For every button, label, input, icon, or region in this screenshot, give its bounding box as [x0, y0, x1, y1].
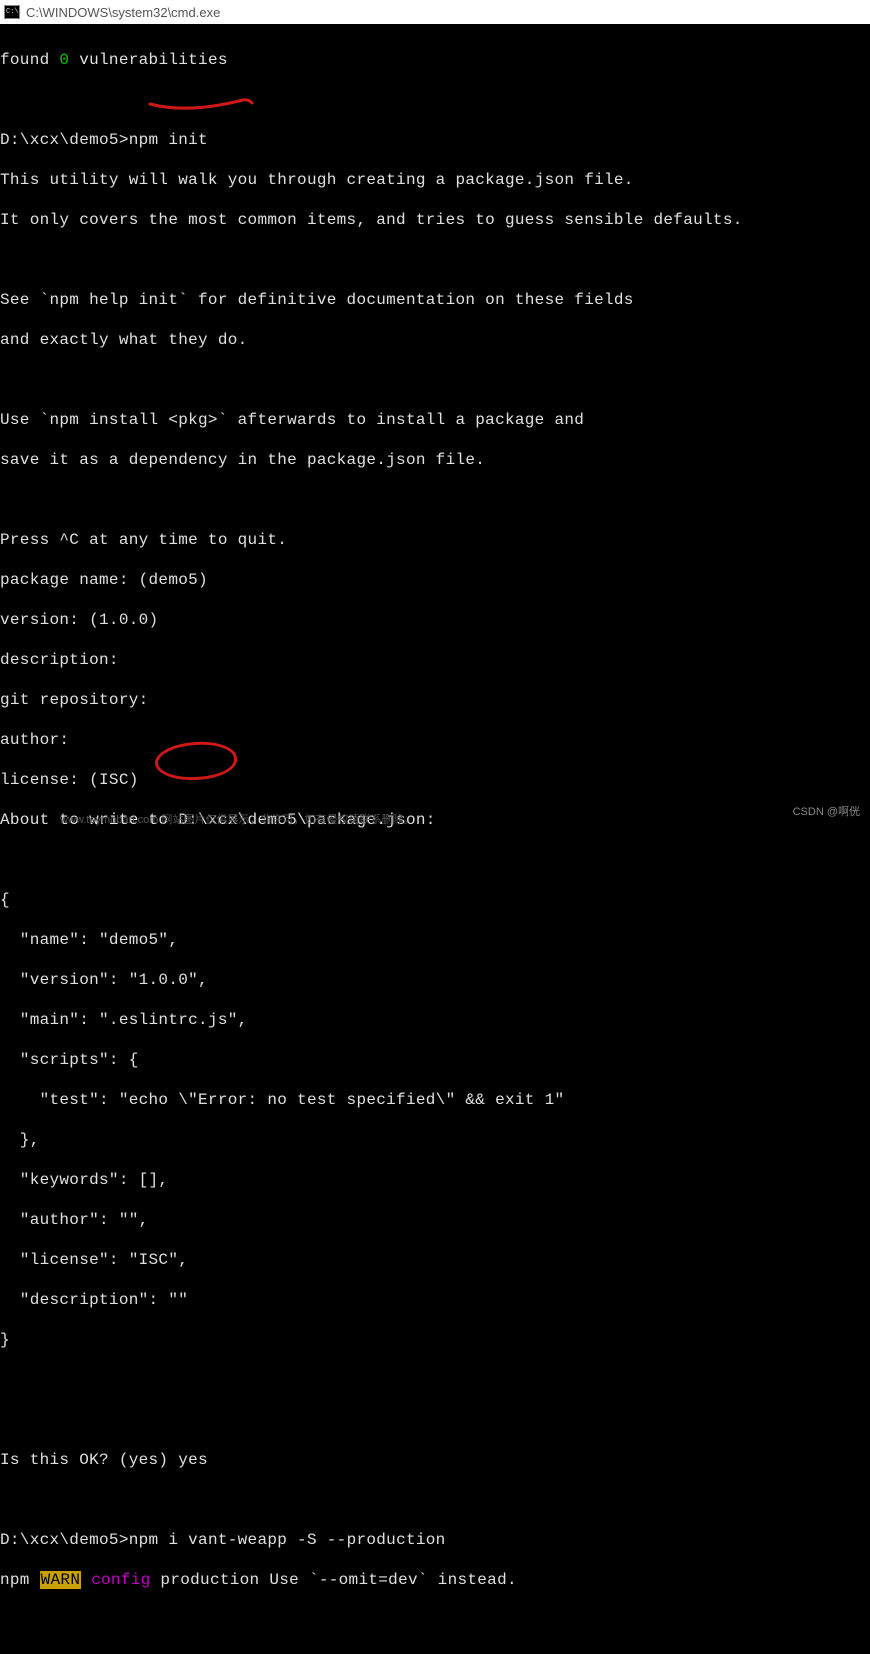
output-line: It only covers the most common items, an… [0, 210, 870, 230]
json-output: { [0, 890, 870, 910]
npm-install-command: npm i vant-weapp -S --production [129, 1531, 446, 1549]
json-output: }, [0, 1130, 870, 1150]
prompt-package-name: package name: (demo5) [0, 570, 870, 590]
cmd-icon: C:\. [4, 5, 20, 19]
json-output: "keywords": [], [0, 1170, 870, 1190]
vuln-count: 0 [59, 51, 69, 69]
prompt-git-repository: git repository: [0, 690, 870, 710]
json-output: "test": "echo \"Error: no test specified… [0, 1090, 870, 1110]
output-line: and exactly what they do. [0, 330, 870, 350]
prompt-description: description: [0, 650, 870, 670]
json-output: "main": ".eslintrc.js", [0, 1010, 870, 1030]
json-output: "description": "" [0, 1290, 870, 1310]
warn-line: npm WARN config production Use `--omit=d… [0, 1570, 870, 1590]
warn-config: config [81, 1571, 150, 1589]
prompt-line: D:\xcx\demo5>npm init [0, 130, 870, 150]
json-output: "author": "", [0, 1210, 870, 1230]
confirm-answer: yes [178, 1451, 208, 1469]
json-output: "license": "ISC", [0, 1250, 870, 1270]
json-output: "version": "1.0.0", [0, 970, 870, 990]
json-output: "name": "demo5", [0, 930, 870, 950]
warn-badge: WARN [40, 1571, 82, 1589]
output-line: save it as a dependency in the package.j… [0, 450, 870, 470]
confirm-line: Is this OK? (yes) yes [0, 1450, 870, 1470]
window-titlebar: C:\. C:\WINDOWS\system32\cmd.exe [0, 0, 870, 24]
prompt-license: license: (ISC) [0, 770, 870, 790]
window-title: C:\WINDOWS\system32\cmd.exe [26, 5, 220, 20]
json-output: "scripts": { [0, 1050, 870, 1070]
output-line: found 0 vulnerabilities [0, 50, 870, 70]
output-line: This utility will walk you through creat… [0, 170, 870, 190]
output-line: Use `npm install <pkg>` afterwards to in… [0, 410, 870, 430]
output-line: See `npm help init` for definitive docum… [0, 290, 870, 310]
output-line: Press ^C at any time to quit. [0, 530, 870, 550]
footer-disclaimer: www.toymoban.com 网站图片仅供展示，非许可，如有侵权请联系删除。 [60, 811, 414, 827]
npm-init-command: npm init [129, 131, 208, 149]
prompt-author: author: [0, 730, 870, 750]
watermark-text: CSDN @啊侊 [793, 803, 860, 819]
terminal-output[interactable]: found 0 vulnerabilities D:\xcx\demo5>npm… [0, 24, 870, 1654]
prompt-version: version: (1.0.0) [0, 610, 870, 630]
prompt-line: D:\xcx\demo5>npm i vant-weapp -S --produ… [0, 1530, 870, 1550]
json-output: } [0, 1330, 870, 1350]
